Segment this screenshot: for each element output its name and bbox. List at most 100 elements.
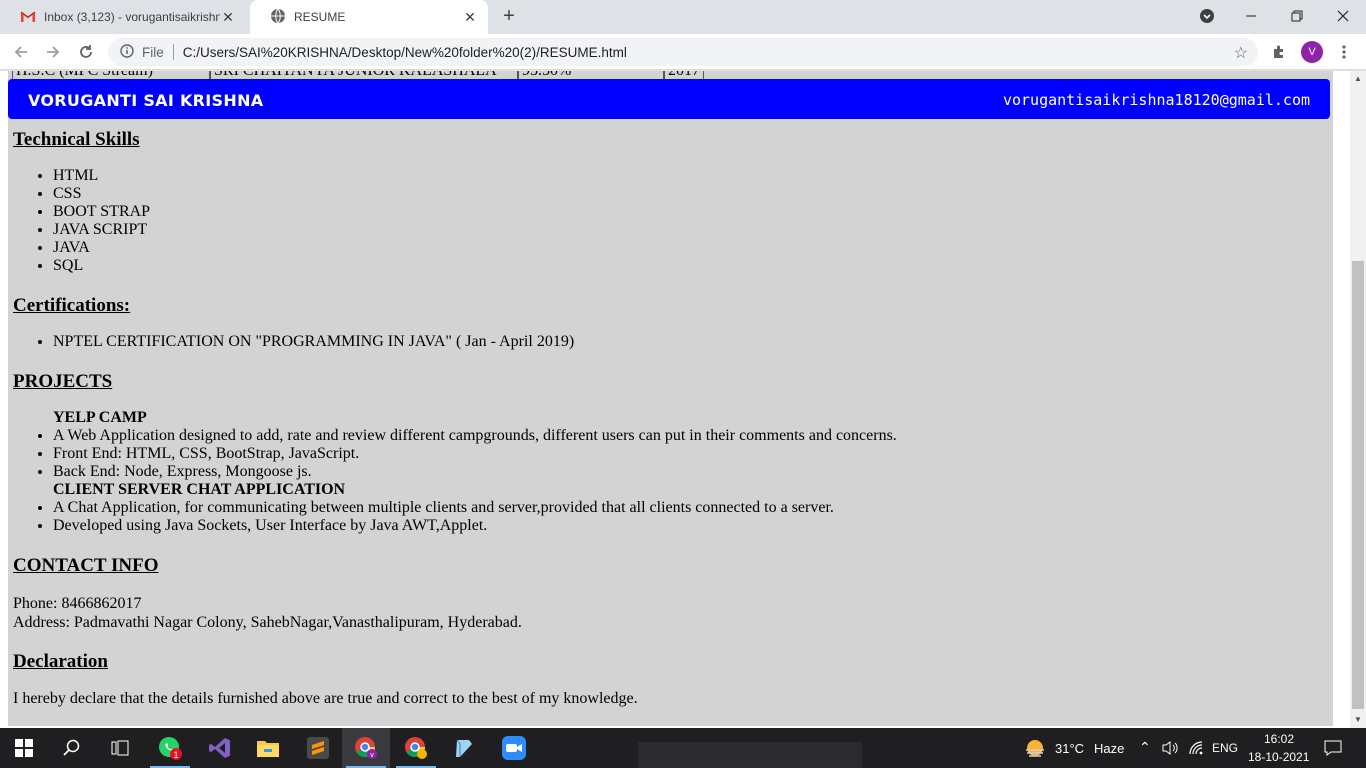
extensions-button[interactable]: [1267, 40, 1291, 64]
taskbar-app-visual-studio[interactable]: [196, 728, 244, 768]
education-table-row: H.S.C (MPC Stream) SRI CHAITANYA JUNIOR …: [8, 71, 708, 81]
list-item: CSS: [53, 185, 1323, 203]
taskbar-app-chrome[interactable]: [392, 728, 440, 768]
weather-temp[interactable]: 31°C: [1055, 741, 1084, 756]
scroll-down-icon[interactable]: ▼: [1350, 712, 1366, 728]
clock-time[interactable]: 16:02: [1264, 732, 1294, 746]
resume-header-banner: VORUGANTI SAI KRISHNA vorugantisaikrishn…: [8, 79, 1330, 119]
reload-icon: [80, 45, 92, 58]
chevron-down-icon: [1200, 9, 1214, 23]
taskbar-app-zoom[interactable]: [490, 728, 538, 768]
bookmark-star-icon[interactable]: ☆: [1234, 43, 1248, 63]
globe-icon: [270, 8, 286, 27]
contact-block: Phone: 8466862017 Address: Padmavathi Na…: [13, 594, 1323, 632]
browser-toolbar: File C:/Users/SAI%20KRISHNA/Desktop/New%…: [0, 34, 1366, 70]
new-tab-button[interactable]: +: [498, 6, 520, 28]
taskbar-app-file-explorer[interactable]: [244, 728, 292, 768]
section-title-projects: PROJECTS: [13, 371, 113, 392]
taskbar-app-chrome-profile[interactable]: v: [342, 728, 390, 768]
address-bar[interactable]: File C:/Users/SAI%20KRISHNA/Desktop/New%…: [108, 38, 1258, 66]
zoom-icon: [502, 736, 526, 760]
notification-center-icon[interactable]: [1324, 740, 1342, 761]
folder-icon: [257, 741, 279, 757]
section-title-certifications: Certifications:: [13, 295, 131, 316]
sublime-text-icon: [307, 737, 329, 759]
gmail-icon: [20, 10, 36, 25]
back-button[interactable]: [9, 40, 33, 64]
wifi-icon[interactable]: [1188, 740, 1204, 761]
list-item: A Chat Application, for communicating be…: [53, 499, 1323, 517]
tab-resume[interactable]: RESUME ✕: [250, 0, 488, 34]
clock-date[interactable]: 18-10-2021: [1248, 750, 1309, 764]
search-button[interactable]: [48, 728, 96, 768]
list-item: Developed using Java Sockets, User Inter…: [53, 517, 1323, 535]
list-item: JAVA: [53, 239, 1323, 257]
section-title-technical-skills: Technical Skills: [13, 129, 140, 150]
contact-address: Address: Padmavathi Nagar Colony, SahebN…: [13, 614, 522, 631]
language-indicator[interactable]: ENG: [1212, 741, 1238, 755]
chevron-up-icon[interactable]: ⌃: [1139, 739, 1151, 756]
chrome-icon: v: [355, 737, 377, 759]
scrollbar-thumb[interactable]: [1352, 261, 1364, 709]
forward-button[interactable]: [41, 40, 65, 64]
section-title-declaration: Declaration: [13, 651, 108, 672]
visual-studio-icon: [209, 738, 230, 758]
whatsapp-icon: 1: [159, 737, 182, 760]
windows-logo-icon: [15, 739, 33, 757]
restore-button[interactable]: [1274, 0, 1320, 32]
task-view-button[interactable]: [96, 728, 144, 768]
section-title-contact-info: CONTACT INFO: [13, 555, 159, 576]
taskbar-thumbnail-preview: [638, 742, 862, 768]
start-button[interactable]: [0, 728, 48, 768]
scroll-up-icon[interactable]: ▲: [1350, 71, 1366, 87]
weather-icon[interactable]: [1024, 737, 1046, 764]
close-tab-icon[interactable]: ✕: [220, 9, 236, 25]
scheme-label: File: [142, 44, 164, 60]
weather-condition[interactable]: Haze: [1094, 741, 1124, 756]
minimize-button[interactable]: [1228, 0, 1274, 32]
notepad-icon: [456, 739, 472, 757]
list-item: A Web Application designed to add, rate …: [53, 427, 1323, 445]
page-viewport: H.S.C (MPC Stream) SRI CHAITANYA JUNIOR …: [0, 71, 1366, 728]
candidate-name: VORUGANTI SAI KRISHNA: [28, 91, 264, 110]
notification-badge: 1: [173, 750, 178, 760]
reload-button[interactable]: [74, 40, 98, 64]
kebab-menu-icon: [1342, 45, 1346, 59]
resume-page: H.S.C (MPC Stream) SRI CHAITANYA JUNIOR …: [8, 71, 1333, 726]
tab-title: Inbox (3,123) - vorugantisaikrishna: [44, 10, 220, 24]
skills-list: HTML CSS BOOT STRAP JAVA SCRIPT JAVA SQL: [53, 167, 1323, 275]
list-item: Back End: Node, Express, Mongoose js.: [53, 463, 1323, 481]
taskbar-app-whatsapp[interactable]: 1: [146, 728, 194, 768]
puzzle-icon: [1274, 45, 1283, 58]
task-view-icon: [111, 740, 129, 756]
divider: [172, 44, 174, 60]
info-icon[interactable]: [120, 43, 134, 61]
svg-text:v: v: [370, 752, 374, 759]
contact-phone: Phone: 8466862017: [13, 595, 142, 612]
close-window-button[interactable]: [1320, 0, 1366, 32]
windows-taskbar: 1 v 31°C Haze ⌃ ENG 16:02 18-10-2021: [0, 728, 1366, 768]
certifications-list: NPTEL CERTIFICATION ON "PROGRAMMING IN J…: [53, 333, 1323, 351]
list-item: BOOT STRAP: [53, 203, 1323, 221]
vertical-scrollbar[interactable]: ▲ ▼: [1350, 71, 1366, 728]
list-item: NPTEL CERTIFICATION ON "PROGRAMMING IN J…: [53, 333, 1323, 351]
close-icon: [1337, 10, 1349, 22]
close-tab-icon[interactable]: ✕: [462, 9, 478, 25]
tab-search-button[interactable]: [1184, 0, 1230, 32]
list-item: JAVA SCRIPT: [53, 221, 1323, 239]
taskbar-app-sublime-text[interactable]: [294, 728, 342, 768]
chrome-icon: [405, 737, 427, 759]
profile-avatar[interactable]: V: [1301, 41, 1323, 63]
minimize-icon: [1246, 15, 1256, 17]
tab-strip: Inbox (3,123) - vorugantisaikrishna ✕ RE…: [0, 0, 1366, 34]
resume-content: Technical Skills HTML CSS BOOT STRAP JAV…: [13, 129, 1323, 708]
search-icon: [63, 739, 80, 756]
projects-list: YELP CAMP A Web Application designed to …: [53, 409, 1323, 535]
tab-gmail-inbox[interactable]: Inbox (3,123) - vorugantisaikrishna ✕: [0, 0, 246, 34]
speaker-icon[interactable]: [1162, 740, 1180, 761]
url-text[interactable]: C:/Users/SAI%20KRISHNA/Desktop/New%20fol…: [183, 45, 627, 60]
menu-button[interactable]: [1332, 40, 1356, 64]
candidate-email: vorugantisaikrishna18120@gmail.com: [1002, 91, 1310, 109]
arrow-left-icon: [14, 46, 27, 58]
taskbar-app-notepad[interactable]: [440, 728, 488, 768]
